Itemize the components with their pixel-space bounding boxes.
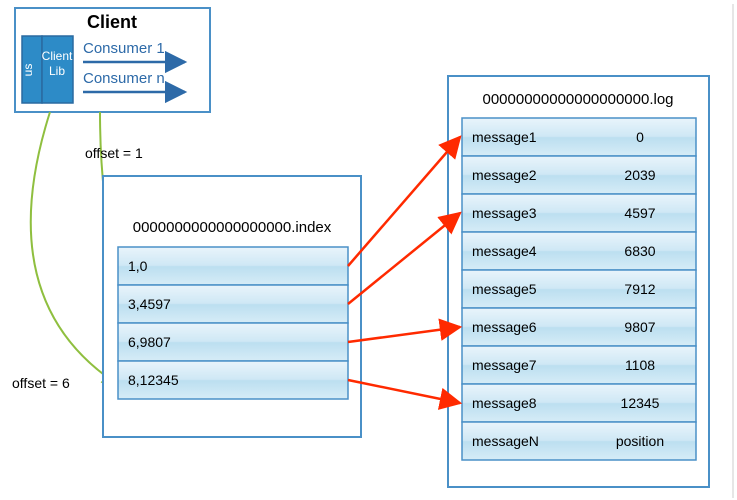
svg-text:message7: message7	[472, 357, 537, 373]
index-row: 3,4597	[118, 285, 348, 323]
svg-text:8,12345: 8,12345	[128, 372, 179, 388]
log-row: message2 2039	[462, 156, 696, 194]
client-title: Client	[87, 12, 137, 32]
index-row: 8,12345	[118, 361, 348, 399]
log-row: message3 4597	[462, 194, 696, 232]
client-lib-client: Client	[42, 49, 73, 63]
svg-text:message2: message2	[472, 167, 537, 183]
log-filename: 00000000000000000000.log	[482, 91, 673, 108]
offset-6-label: offset = 6	[12, 375, 70, 391]
client-box: Client us Client Lib Consumer 1 Consumer…	[15, 8, 210, 112]
map-arrow-1	[348, 137, 460, 266]
svg-text:message8: message8	[472, 395, 537, 411]
svg-text:6830: 6830	[624, 243, 655, 259]
client-lib-lib: Lib	[49, 64, 65, 78]
svg-text:12345: 12345	[621, 395, 660, 411]
log-row: message8 12345	[462, 384, 696, 422]
svg-text:message4: message4	[472, 243, 537, 259]
svg-text:4597: 4597	[624, 205, 655, 221]
svg-text:message1: message1	[472, 129, 537, 145]
index-row: 6,9807	[118, 323, 348, 361]
consumer-1-label: Consumer 1	[83, 40, 165, 57]
log-row: message5 7912	[462, 270, 696, 308]
index-file-box: 0000000000000000000.index 1,0 3,4597 6,9…	[103, 176, 361, 437]
log-row: message4 6830	[462, 232, 696, 270]
svg-text:0: 0	[636, 129, 644, 145]
log-row: message1 0	[462, 118, 696, 156]
index-row: 1,0	[118, 247, 348, 285]
svg-text:messageN: messageN	[472, 433, 539, 449]
svg-text:2039: 2039	[624, 167, 655, 183]
log-row: message6 9807	[462, 308, 696, 346]
consumer-n-label: Consumer n	[83, 70, 165, 87]
svg-text:1,0: 1,0	[128, 258, 148, 274]
svg-text:message3: message3	[472, 205, 537, 221]
map-arrow-4	[348, 380, 460, 403]
svg-text:1108: 1108	[625, 357, 655, 373]
svg-text:7912: 7912	[624, 281, 655, 297]
index-filename: 0000000000000000000.index	[133, 219, 332, 236]
offset-1-label: offset = 1	[85, 145, 143, 161]
log-row: messageN position	[462, 422, 696, 460]
log-row: message7 1108	[462, 346, 696, 384]
svg-text:message6: message6	[472, 319, 537, 335]
map-arrow-3	[348, 327, 460, 342]
map-arrow-2	[348, 213, 460, 304]
client-lib-us: us	[21, 64, 35, 77]
svg-text:9807: 9807	[624, 319, 655, 335]
log-file-box: 00000000000000000000.log message1 0 messa…	[448, 76, 709, 487]
svg-text:3,4597: 3,4597	[128, 296, 171, 312]
svg-text:position: position	[616, 433, 664, 449]
svg-text:6,9807: 6,9807	[128, 334, 171, 350]
svg-text:message5: message5	[472, 281, 537, 297]
